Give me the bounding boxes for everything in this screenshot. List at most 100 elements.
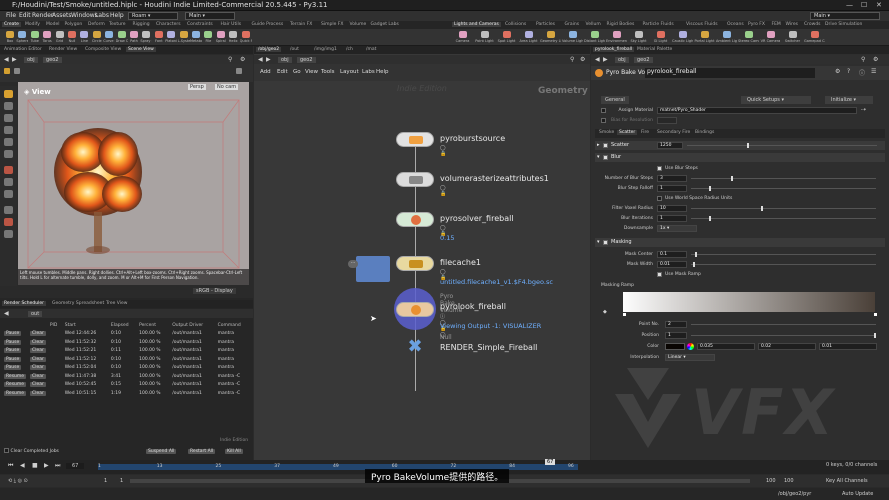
color-r-field[interactable]: 0.035 (697, 343, 755, 350)
shelf-tool[interactable]: Spiral (215, 31, 227, 45)
move-tool-icon[interactable] (14, 68, 20, 74)
net-menu-labs[interactable]: Labs (362, 69, 375, 75)
forward-arrow-icon[interactable]: ▶ (266, 56, 271, 63)
back-arrow-icon[interactable]: ◀ (595, 56, 600, 63)
blur-steps-slider[interactable] (691, 176, 876, 181)
col-elapsed[interactable]: Elapsed (109, 321, 137, 330)
path-obj[interactable]: obj (24, 57, 38, 63)
clear-button[interactable]: Clear (30, 390, 46, 396)
shelf-tab[interactable]: FEM (770, 22, 783, 27)
key-all-channels-button[interactable]: Key All Channels (826, 478, 868, 484)
shelf-tab[interactable]: Viscous Fluids (684, 22, 720, 27)
blur-checkbox[interactable] (603, 155, 608, 160)
tab-pyrolook[interactable]: pyrolook_fireball (593, 47, 635, 52)
tab-out[interactable]: /out (288, 47, 301, 52)
scatter-checkbox[interactable] (603, 143, 608, 148)
shelf-tab[interactable]: Model (44, 22, 62, 27)
tab-animation-editor[interactable]: Animation Editor (2, 47, 44, 52)
play-icon[interactable]: ▶ (44, 462, 49, 469)
assign-material-checkbox[interactable] (601, 108, 606, 113)
clear-button[interactable]: Clear (30, 373, 46, 379)
mask-center-field[interactable]: 0.1 (657, 251, 687, 258)
shelf-tool[interactable]: Point Light (474, 31, 495, 45)
pin-icon[interactable]: ⚲ (570, 56, 574, 63)
bias-field[interactable] (657, 117, 677, 124)
help-icon[interactable]: ? (847, 68, 850, 75)
net-menu-add[interactable]: Add (260, 69, 271, 75)
shelf-tab[interactable]: Drive Simulation (823, 22, 864, 27)
pause-resume-button[interactable]: Pause (4, 356, 22, 362)
back-arrow-icon[interactable]: ◀ (4, 310, 9, 317)
shelf-tool[interactable]: Stereo Camera (738, 31, 759, 45)
shelf-tool[interactable]: Switcher (782, 31, 803, 45)
shelf-tab[interactable]: Simple FX (319, 22, 345, 27)
srgb-display-menu[interactable]: sRGB - Display (193, 288, 236, 294)
ramp-key-0[interactable] (623, 313, 626, 316)
point-no-field[interactable]: 2 (665, 321, 687, 328)
tab-material-palette[interactable]: Material Palette (635, 47, 674, 52)
clear-button[interactable]: Clear (30, 331, 46, 337)
slider-knob[interactable] (874, 333, 876, 338)
tab-tree-view[interactable]: Tree View (104, 301, 130, 306)
minimize-button[interactable]: — (846, 1, 853, 9)
forward-arrow-icon[interactable]: ▶ (603, 56, 608, 63)
end-frame-field-2[interactable]: 100 (784, 478, 794, 484)
menu-edit[interactable]: Edit (19, 12, 31, 19)
col-pid[interactable]: PID (48, 321, 63, 330)
scatter-slider[interactable] (687, 143, 877, 148)
scatter-section[interactable]: ▸ Scatter 1250 (595, 141, 885, 150)
slider-knob[interactable] (761, 206, 763, 211)
node-name-field[interactable]: pyrolook_fireball (645, 68, 815, 78)
suspend-all-button[interactable]: Suspend All (146, 449, 177, 454)
shelf-tool[interactable]: Sphere (16, 31, 28, 45)
tab-secondary-fire[interactable]: Secondary Fire (655, 130, 692, 135)
shelf-tool[interactable]: Quick Shapes (240, 31, 252, 45)
start-frame-field-2[interactable]: 1 (120, 478, 123, 484)
shelf-tool[interactable]: Font (153, 31, 165, 45)
path-geo2[interactable]: geo2 (43, 57, 62, 63)
slider-knob[interactable] (693, 262, 695, 267)
clear-completed-checkbox[interactable] (4, 448, 9, 453)
node-body[interactable] (396, 212, 434, 227)
shelf-tab[interactable]: Particles (534, 22, 557, 27)
view-tool-icon[interactable] (4, 178, 13, 186)
expand-arrow-icon[interactable]: ▸ (597, 141, 600, 150)
clear-button[interactable]: Clear (30, 382, 46, 388)
pause-resume-button[interactable]: Pause (4, 348, 22, 354)
shelf-tool[interactable]: Platonic Solids (165, 31, 177, 45)
tab-mat[interactable]: /mat (364, 47, 378, 52)
ramp-options-icon[interactable]: ◆ (603, 309, 607, 315)
color-wheel-icon[interactable] (687, 343, 694, 350)
stop-icon[interactable]: ■ (32, 462, 38, 469)
mask-center-slider[interactable] (691, 252, 876, 257)
menu-file[interactable]: File (6, 12, 16, 19)
collapse-arrow-icon[interactable]: ▾ (597, 238, 600, 247)
shelf-tool[interactable]: Spot Light (496, 31, 517, 45)
node-options-icon[interactable]: ··· (348, 260, 358, 268)
shelf-tab[interactable]: Constraints (185, 22, 215, 27)
node-body[interactable] (396, 132, 434, 147)
shelf-tab[interactable]: Rigging (131, 22, 152, 27)
blur-falloff-slider[interactable] (691, 186, 876, 191)
quick-setups-menu[interactable]: Quick Setups ▾ (741, 96, 811, 104)
frame-marker[interactable]: 67 (545, 459, 556, 465)
main-desktop-select[interactable]: Main ▾ (185, 12, 235, 20)
back-arrow-icon[interactable]: ◀ (4, 56, 9, 63)
shelf-tab[interactable]: Modify (23, 22, 42, 27)
shelf-tool[interactable]: Area Light (518, 31, 539, 45)
masking-section[interactable]: ▾ Masking (595, 238, 885, 247)
shelf-tool[interactable]: Box (4, 31, 16, 45)
pause-resume-button[interactable]: Resume (4, 390, 27, 396)
interpolation-menu[interactable]: Linear ▾ (665, 354, 715, 361)
net-menu-layout[interactable]: Layout (340, 69, 359, 75)
pause-resume-button[interactable]: Resume (4, 373, 27, 379)
ramp-key-1[interactable] (874, 313, 877, 316)
world-radius-checkbox[interactable] (657, 196, 662, 201)
step-back-icon[interactable]: ◀ (20, 462, 25, 469)
shelf-tab[interactable]: Terrain FX (288, 22, 314, 27)
net-menu-view[interactable]: View (305, 69, 318, 75)
record-icon[interactable] (4, 218, 13, 226)
blur-iter-slider[interactable] (691, 216, 876, 221)
scheduler-filter[interactable]: out (28, 311, 43, 317)
shelf-tool[interactable]: Circle (91, 31, 103, 45)
